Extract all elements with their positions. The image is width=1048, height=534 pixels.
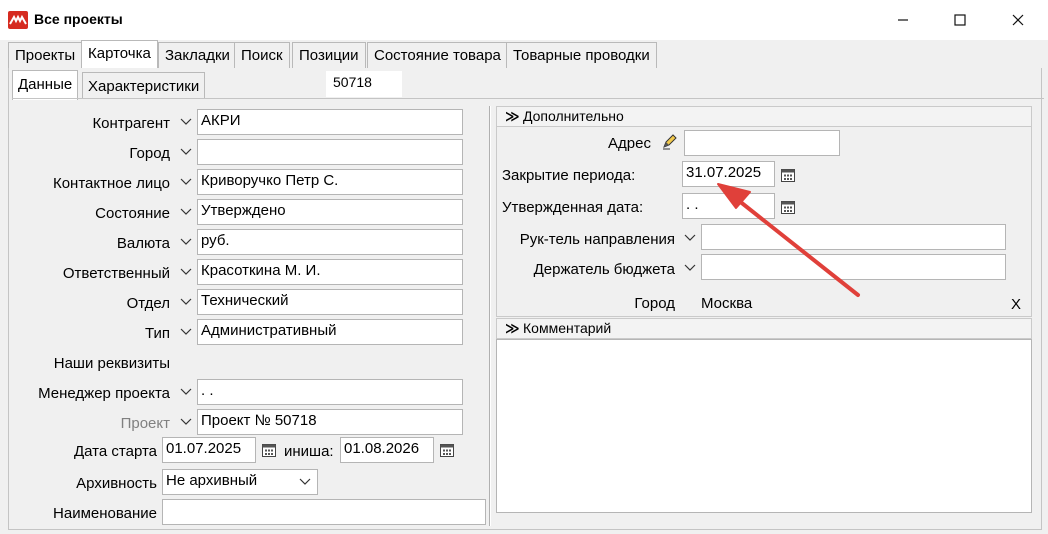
subtab-data[interactable]: Данные xyxy=(12,70,79,100)
archive-value: Не архивный xyxy=(166,472,258,489)
direction-head-dropdown[interactable] xyxy=(680,226,700,250)
city-label: Город xyxy=(129,145,170,162)
state-field[interactable]: Утверждено xyxy=(197,199,463,225)
project-field[interactable]: Проект № 50718 xyxy=(197,409,463,435)
contractor-dropdown[interactable] xyxy=(176,110,196,134)
project-label: Проект xyxy=(120,415,170,432)
calendar-icon[interactable] xyxy=(439,442,455,458)
extra-section-header[interactable]: ≫ Дополнительно xyxy=(496,106,1032,127)
budget-holder-label: Держатель бюджета xyxy=(533,261,675,278)
tab-projects[interactable]: Проекты xyxy=(8,42,83,68)
tab-goods-transactions[interactable]: Товарные проводки xyxy=(506,42,657,68)
chevron-down-icon xyxy=(180,298,192,305)
department-label: Отдел xyxy=(126,295,170,312)
our-details-label: Наши реквизиты xyxy=(53,355,170,372)
currency-dropdown[interactable] xyxy=(176,230,196,254)
responsible-field[interactable]: Красоткина М. И. xyxy=(197,259,463,285)
contact-dropdown[interactable] xyxy=(176,170,196,194)
comment-section-title: Комментарий xyxy=(523,320,612,336)
comment-textarea[interactable] xyxy=(496,339,1032,513)
budget-holder-dropdown[interactable] xyxy=(680,256,700,280)
address-label: Адрес xyxy=(608,135,651,152)
clear-city-button[interactable]: X xyxy=(1011,296,1021,313)
tab-goods-state[interactable]: Состояние товара xyxy=(367,42,508,68)
archive-label: Архивность xyxy=(76,475,157,492)
tab-search[interactable]: Поиск xyxy=(234,42,290,68)
app-logo-icon xyxy=(8,11,28,29)
department-dropdown[interactable] xyxy=(176,290,196,314)
contractor-field[interactable]: АКРИ xyxy=(197,109,463,135)
type-field[interactable]: Административный xyxy=(197,319,463,345)
start-date-field[interactable]: 01.07.2025 xyxy=(162,437,256,463)
contractor-label: Контрагент xyxy=(92,115,170,132)
chevron-down-icon xyxy=(180,238,192,245)
name-label: Наименование xyxy=(53,505,157,522)
finish-date-label: иниша: xyxy=(284,443,334,460)
type-label: Тип xyxy=(144,325,170,342)
approved-date-label: Утвержденная дата: xyxy=(502,199,644,216)
chevron-down-icon xyxy=(180,148,192,155)
double-chevron-icon: ≫ xyxy=(505,320,520,336)
project-dropdown[interactable] xyxy=(176,410,196,434)
currency-field[interactable]: руб. xyxy=(197,229,463,255)
project-number: 50718 xyxy=(326,71,402,97)
chevron-down-icon xyxy=(180,328,192,335)
tab-positions[interactable]: Позиции xyxy=(292,42,366,68)
start-date-label: Дата старта xyxy=(74,443,157,460)
chevron-down-icon xyxy=(180,268,192,275)
chevron-down-icon xyxy=(684,234,696,241)
chevron-down-icon xyxy=(180,388,192,395)
contact-label: Контактное лицо xyxy=(52,175,170,192)
title-bar: Все проекты xyxy=(0,0,1048,40)
type-dropdown[interactable] xyxy=(176,320,196,344)
double-chevron-icon: ≫ xyxy=(505,108,520,124)
name-field[interactable] xyxy=(162,499,486,525)
period-close-label: Закрытие периода: xyxy=(502,167,636,184)
address-field[interactable] xyxy=(684,130,840,156)
tab-bookmarks[interactable]: Закладки xyxy=(158,42,237,68)
close-icon xyxy=(1012,14,1024,26)
window-title: Все проекты xyxy=(34,11,123,27)
maximize-button[interactable] xyxy=(937,0,983,40)
chevron-down-icon xyxy=(180,418,192,425)
manager-dropdown[interactable] xyxy=(176,380,196,404)
responsible-dropdown[interactable] xyxy=(176,260,196,284)
comment-section-header[interactable]: ≫ Комментарий xyxy=(496,318,1032,339)
manager-field[interactable]: . . xyxy=(197,379,463,405)
responsible-label: Ответственный xyxy=(62,265,170,282)
contact-field[interactable]: Криворучко Петр С. xyxy=(197,169,463,195)
state-label: Состояние xyxy=(95,205,170,222)
extra-section-title: Дополнительно xyxy=(523,108,624,124)
minimize-icon xyxy=(898,19,908,21)
maximize-icon xyxy=(954,14,966,26)
close-window-button[interactable] xyxy=(995,0,1041,40)
city-dropdown[interactable] xyxy=(176,140,196,164)
manager-label: Менеджер проекта xyxy=(38,385,170,402)
finish-date-field[interactable]: 01.08.2026 xyxy=(340,437,434,463)
chevron-down-icon xyxy=(684,264,696,271)
pencil-icon[interactable] xyxy=(661,133,679,151)
chevron-down-icon xyxy=(180,208,192,215)
vertical-separator xyxy=(489,106,491,526)
calendar-icon[interactable] xyxy=(261,442,277,458)
currency-label: Валюта xyxy=(116,235,170,252)
chevron-down-icon xyxy=(180,118,192,125)
city-field[interactable] xyxy=(197,139,463,165)
archive-select[interactable]: Не архивный xyxy=(162,469,318,495)
direction-head-label: Рук-тель направления xyxy=(519,231,675,248)
minimize-button[interactable] xyxy=(880,0,926,40)
extra-city-label: Город xyxy=(634,295,675,312)
department-field[interactable]: Технический xyxy=(197,289,463,315)
chevron-down-icon xyxy=(299,478,311,485)
subtab-characteristics[interactable]: Характеристики xyxy=(82,72,206,99)
tab-card[interactable]: Карточка xyxy=(81,40,158,69)
state-dropdown[interactable] xyxy=(176,200,196,224)
chevron-down-icon xyxy=(180,178,192,185)
annotation-arrow-icon xyxy=(717,183,860,297)
